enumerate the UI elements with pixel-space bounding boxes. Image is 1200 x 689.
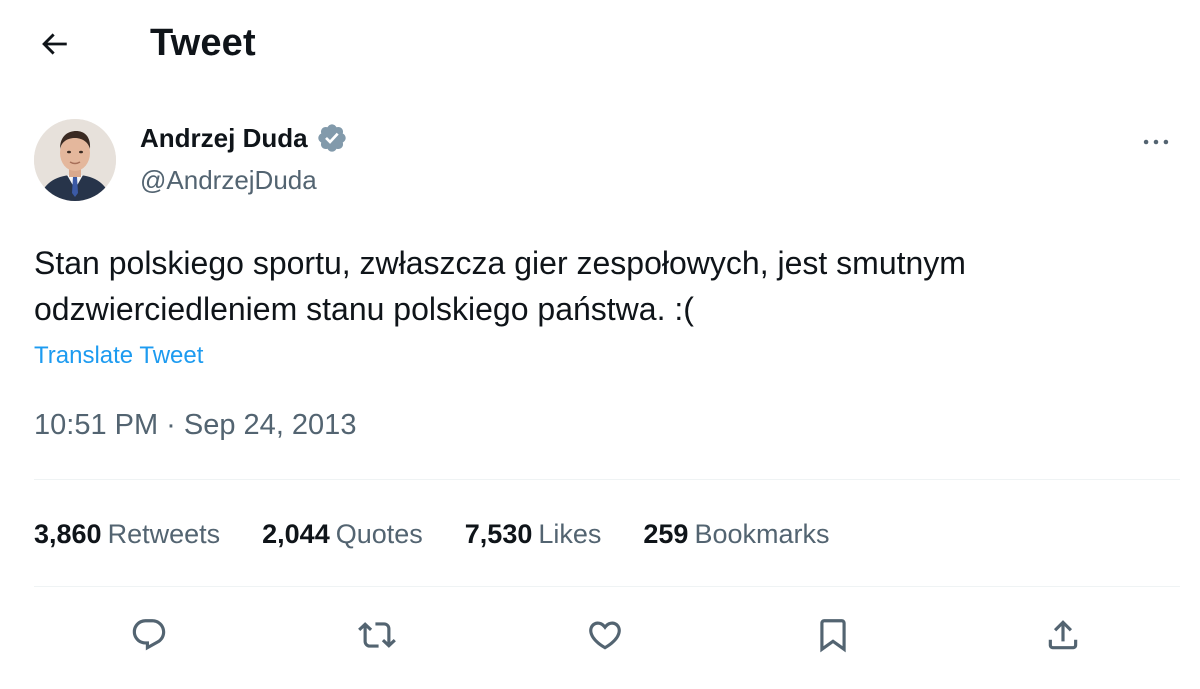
- back-button[interactable]: [28, 18, 80, 70]
- stat-quotes[interactable]: 2,044 Quotes: [262, 519, 423, 550]
- tweet-page: Tweet Andrzej Duda @AndrzejDuda Stan pol…: [0, 0, 1200, 689]
- divider: [34, 479, 1180, 480]
- author-handle[interactable]: @AndrzejDuda: [140, 165, 317, 196]
- verified-badge-icon[interactable]: [316, 122, 348, 154]
- share-icon: [1048, 620, 1078, 650]
- author-name-row[interactable]: Andrzej Duda: [140, 122, 348, 154]
- retweet-button[interactable]: [354, 612, 400, 658]
- translate-tweet-link[interactable]: Translate Tweet: [34, 342, 203, 370]
- stat-label: Likes: [538, 518, 602, 549]
- divider: [34, 586, 1180, 587]
- retweet-icon: [358, 622, 396, 648]
- stat-label: Bookmarks: [694, 518, 830, 549]
- reply-icon: [132, 619, 166, 651]
- tweet-text-line: odzwierciedleniem stanu polskiego państw…: [34, 291, 694, 327]
- bookmark-button[interactable]: [810, 612, 856, 658]
- tweet-timestamp[interactable]: 10:51 PM · Sep 24, 2013: [34, 409, 356, 442]
- stat-count: 3,860: [34, 518, 102, 549]
- avatar[interactable]: [34, 119, 116, 201]
- tweet-text-line: Stan polskiego sportu, zwłaszcza gier ze…: [34, 245, 966, 281]
- more-button[interactable]: [1136, 122, 1176, 162]
- header: Tweet: [0, 0, 1200, 88]
- stat-count: 259: [643, 518, 689, 549]
- reply-button[interactable]: [126, 612, 172, 658]
- stat-label: Quotes: [335, 518, 423, 549]
- like-button[interactable]: [582, 612, 628, 658]
- author-name[interactable]: Andrzej Duda: [140, 123, 308, 154]
- share-button[interactable]: [1040, 612, 1086, 658]
- engagement-stats: 3,860 Retweets 2,044 Quotes 7,530 Likes …: [34, 516, 830, 552]
- arrow-left-icon: [42, 33, 67, 55]
- stat-count: 2,044: [262, 518, 330, 549]
- more-horizontal-icon: [1143, 139, 1169, 145]
- tweet-text: Stan polskiego sportu, zwłaszcza gier ze…: [34, 240, 1164, 332]
- stat-bookmarks[interactable]: 259 Bookmarks: [643, 519, 829, 550]
- bookmark-icon: [820, 619, 846, 653]
- page-title: Tweet: [150, 22, 256, 64]
- avatar-image: [34, 119, 116, 201]
- stat-label: Retweets: [107, 518, 221, 549]
- stat-likes[interactable]: 7,530 Likes: [465, 519, 602, 550]
- stat-retweets[interactable]: 3,860 Retweets: [34, 519, 220, 550]
- like-icon: [589, 621, 621, 650]
- stat-count: 7,530: [464, 518, 533, 549]
